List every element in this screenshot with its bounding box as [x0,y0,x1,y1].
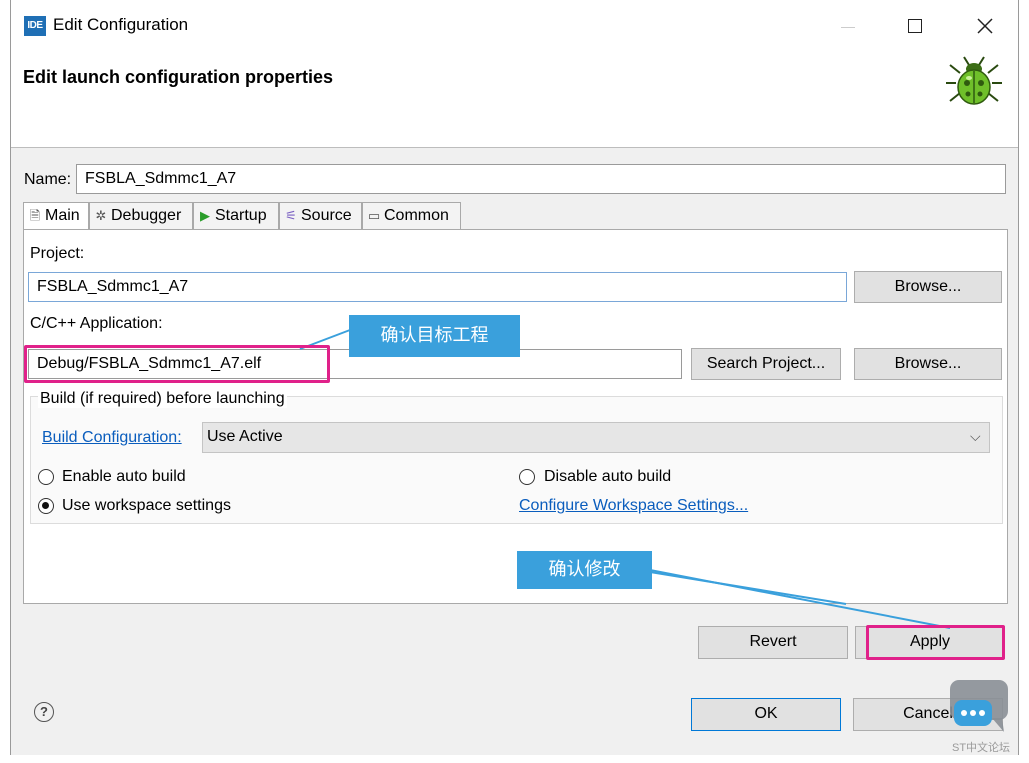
callout-pointer-line [649,571,847,605]
highlight-box-app-path [24,345,330,383]
callout-confirm-target-project: 确认目标工程 [349,315,520,357]
forum-chat-badge-icon [946,678,1018,736]
callout-confirm-modify: 确认修改 [517,551,652,589]
watermark-text: ST中文论坛 [952,742,1011,754]
highlight-box-apply [866,625,1005,660]
